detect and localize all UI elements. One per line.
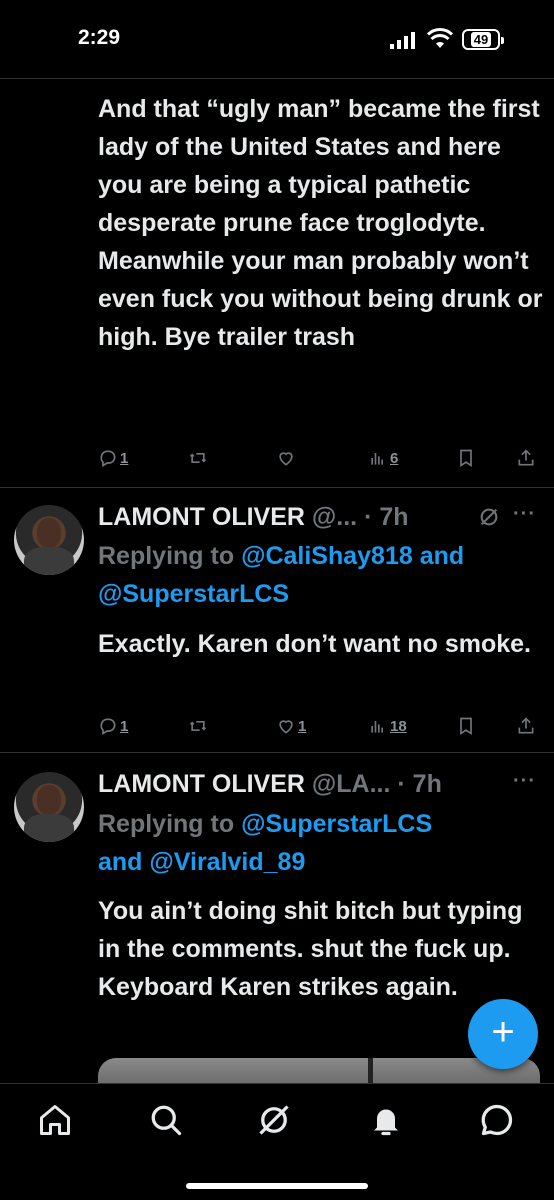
mention-link[interactable]: @CaliShay818	[241, 542, 413, 570]
like-button[interactable]	[276, 448, 296, 468]
plus-icon: +	[491, 1010, 515, 1054]
status-bar: 2:29 49	[0, 0, 554, 78]
share-button[interactable]	[516, 716, 536, 736]
signal-icon	[390, 32, 415, 49]
grok-icon[interactable]	[478, 506, 500, 528]
share-icon	[518, 717, 534, 734]
divider	[0, 78, 554, 79]
views-button[interactable]: 6	[368, 448, 398, 468]
tweet-2-actions: 1 1 18	[98, 716, 544, 742]
heart-icon	[279, 452, 293, 466]
bookmark-button[interactable]	[456, 448, 476, 468]
battery-icon: 49	[462, 29, 504, 50]
divider	[0, 487, 554, 488]
author-handle[interactable]: @...	[312, 503, 357, 531]
mention-link[interactable]: @SuperstarLCS	[241, 810, 432, 838]
messages-icon[interactable]	[479, 1102, 515, 1138]
author-name[interactable]: LAMONT OLIVER	[98, 503, 305, 531]
views-icon	[371, 453, 383, 465]
views-button[interactable]: 18	[368, 716, 407, 736]
avatar[interactable]	[14, 772, 84, 842]
reply-count: 1	[120, 717, 129, 735]
mention-link[interactable]: @SuperstarLCS	[98, 580, 289, 608]
reply-button[interactable]: 1	[98, 716, 128, 736]
reply-button[interactable]: 1	[98, 448, 128, 468]
views-icon	[371, 721, 383, 733]
replying-to-label: Replying to	[98, 542, 242, 570]
views-count: 6	[390, 449, 399, 467]
retweet-button[interactable]	[188, 448, 208, 468]
reply-icon	[100, 450, 116, 467]
share-button[interactable]	[516, 448, 536, 468]
compose-button[interactable]: +	[468, 999, 538, 1069]
avatar[interactable]	[14, 505, 84, 575]
more-icon[interactable]: ···	[513, 770, 536, 793]
like-count: 1	[298, 717, 307, 735]
grok-icon[interactable]	[256, 1102, 292, 1138]
more-icon[interactable]: ···	[513, 503, 536, 526]
author-name[interactable]: LAMONT OLIVER	[98, 770, 305, 798]
battery-level: 49	[470, 32, 492, 47]
share-icon	[518, 449, 534, 466]
tweet-time: · 7h	[364, 503, 409, 531]
home-indicator	[186, 1183, 368, 1189]
home-icon[interactable]	[37, 1102, 73, 1138]
replying-to: Replying to @CaliShay818 and @SuperstarL…	[98, 537, 544, 613]
search-icon[interactable]	[148, 1102, 184, 1138]
tweet-1-text[interactable]: And that “ugly man” became the first lad…	[98, 90, 544, 356]
bookmark-icon	[460, 717, 472, 736]
replying-to-label: Replying to	[98, 810, 242, 838]
author-handle[interactable]: @LA...	[312, 770, 391, 798]
tweet-time: · 7h	[397, 770, 442, 798]
mention-link[interactable]: @Viralvid_89	[149, 848, 305, 876]
mention-joiner: and	[98, 848, 150, 876]
retweet-icon	[189, 721, 207, 731]
bookmark-icon	[460, 449, 472, 468]
status-time: 2:29	[78, 26, 121, 49]
bookmark-button[interactable]	[456, 716, 476, 736]
mention-joiner: and	[412, 542, 465, 570]
tweet-2-text[interactable]: Exactly. Karen don’t want no smoke.	[98, 625, 544, 663]
notifications-icon[interactable]	[368, 1102, 404, 1138]
heart-icon	[279, 720, 293, 734]
wifi-icon	[427, 28, 453, 48]
reply-icon	[100, 718, 116, 735]
retweet-button[interactable]	[188, 716, 208, 736]
like-button[interactable]: 1	[276, 716, 306, 736]
tweet-3-text[interactable]: You ain’t doing shit bitch but typing in…	[98, 892, 544, 1006]
views-count: 18	[390, 717, 407, 735]
retweet-icon	[189, 453, 207, 463]
tweet-3-header: LAMONT OLIVER @LA... · 7h	[98, 765, 544, 803]
tweet-1-actions: 1 6	[98, 448, 544, 474]
divider	[0, 752, 554, 753]
replying-to: Replying to @SuperstarLCS and @Viralvid_…	[98, 805, 544, 881]
reply-count: 1	[120, 449, 129, 467]
